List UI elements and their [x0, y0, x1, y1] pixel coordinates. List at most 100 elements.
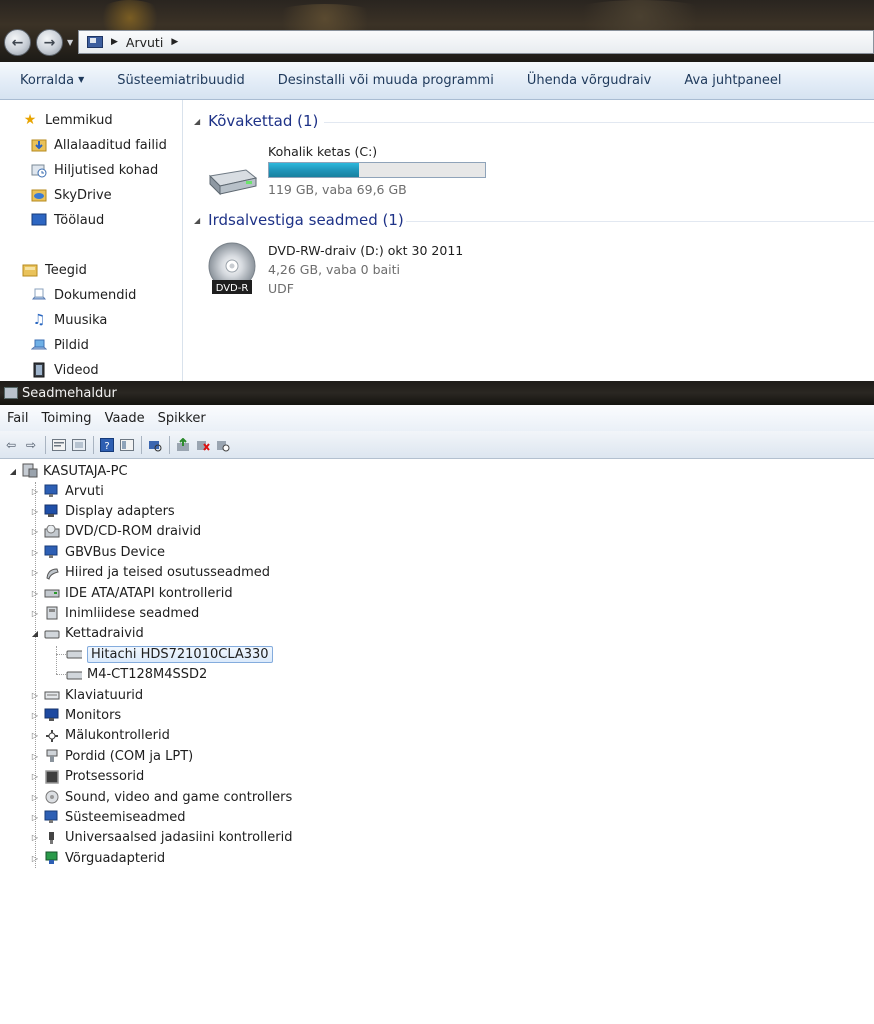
system-device-icon [44, 809, 60, 825]
menu-action[interactable]: Toiming [41, 411, 91, 426]
nav-recent-places[interactable]: Hiljutised kohad [31, 160, 158, 180]
tree-category[interactable]: ▷ Hiired ja teised osutusseadmed [30, 563, 270, 583]
back-button[interactable]: ← [4, 29, 31, 56]
collapse-triangle-icon[interactable]: ◢ [194, 117, 200, 126]
uninstall-program-button[interactable]: Desinstalli või muuda programmi [278, 73, 494, 88]
tree-category[interactable]: ▷ Arvuti [30, 481, 104, 501]
tree-category[interactable]: ▷ Inimliidese seadmed [30, 603, 199, 623]
tree-category[interactable]: ▷ DVD/CD-ROM draivid [30, 522, 201, 542]
menu-help[interactable]: Spikker [158, 411, 206, 426]
nav-favorites[interactable]: ★ Lemmikud [22, 110, 113, 130]
collapsed-arrow-icon[interactable]: ▷ [30, 772, 40, 781]
help-icon[interactable]: ? [99, 437, 115, 453]
star-icon: ★ [23, 112, 37, 128]
tree-category[interactable]: ▷ Universaalsed jadasiini kontrollerid [30, 828, 293, 848]
tree-category-label: Universaalsed jadasiini kontrollerid [65, 830, 293, 846]
drive-c-name[interactable]: Kohalik ketas (C:) [268, 144, 377, 159]
nav-libraries[interactable]: Teegid [22, 260, 87, 280]
address-bar[interactable]: ▶ Arvuti ▶ [78, 30, 874, 54]
collapsed-arrow-icon[interactable]: ▷ [30, 793, 40, 802]
tree-category-label: Protsessorid [65, 769, 145, 785]
group-removable-header[interactable]: ◢ Irdsalvestiga seadmed (1) [194, 211, 404, 229]
tree-device[interactable]: Hitachi HDS721010CLA330 [66, 644, 273, 664]
drive-d-name[interactable]: DVD-RW-draiv (D:) okt 30 2011 [268, 243, 463, 258]
collapsed-arrow-icon[interactable]: ▷ [30, 548, 40, 557]
view-icon[interactable] [71, 437, 87, 453]
tree-connector [56, 674, 66, 675]
tree-device[interactable]: M4-CT128M4SSD2 [66, 665, 207, 685]
view2-icon[interactable] [119, 437, 135, 453]
tree-category[interactable]: ▷ Sound, video and game controllers [30, 787, 292, 807]
breadcrumb-chevron-icon[interactable]: ▶ [111, 37, 118, 47]
nav-music[interactable]: ♫ Muusika [31, 310, 108, 330]
nav-documents-label: Dokumendid [54, 287, 137, 303]
collapsed-arrow-icon[interactable]: ▷ [30, 833, 40, 842]
system-properties-button[interactable]: Süsteemiatribuudid [117, 73, 245, 88]
tree-category[interactable]: ▷ Pordid (COM ja LPT) [30, 746, 193, 766]
nav-videos[interactable]: Videod [31, 360, 99, 380]
breadcrumb-computer[interactable]: Arvuti [126, 35, 163, 50]
collapsed-arrow-icon[interactable]: ▷ [30, 752, 40, 761]
collapsed-arrow-icon[interactable]: ▷ [30, 731, 40, 740]
collapsed-arrow-icon[interactable]: ▷ [30, 691, 40, 700]
documents-icon [31, 287, 47, 303]
tree-category[interactable]: ▷ Süsteemiseadmed [30, 807, 186, 827]
uninstall-icon[interactable] [195, 437, 211, 453]
collapsed-arrow-icon[interactable]: ▷ [30, 589, 40, 598]
collapsed-arrow-icon[interactable]: ▷ [30, 609, 40, 618]
organize-button[interactable]: Korralda ▼ [20, 73, 84, 88]
properties-icon[interactable] [51, 437, 67, 453]
tree-category[interactable]: ▷ Protsessorid [30, 767, 144, 787]
tree-root[interactable]: ◢ KASUTAJA-PC [8, 461, 128, 481]
group-hard-drives-header[interactable]: ◢ Kõvakettad (1) [194, 112, 318, 130]
content-pane: ◢ Kõvakettad (1) Kohalik ketas (C:) 119 … [184, 100, 874, 381]
organize-label: Korralda [20, 73, 75, 88]
group-removable-label: Irdsalvestiga seadmed (1) [208, 211, 404, 229]
hard-drive-icon[interactable] [206, 162, 258, 198]
collapsed-arrow-icon[interactable]: ▷ [30, 487, 40, 496]
collapsed-arrow-icon[interactable]: ▷ [30, 527, 40, 536]
menu-file[interactable]: Fail [7, 411, 28, 426]
map-network-drive-button[interactable]: Ühenda võrgudraiv [527, 73, 651, 88]
nav-desktop[interactable]: Töölaud [31, 210, 104, 230]
pictures-icon [31, 337, 47, 353]
scan-icon[interactable] [147, 437, 163, 453]
forward-icon[interactable]: ⇨ [23, 437, 39, 453]
tree-category[interactable]: ▷ IDE ATA/ATAPI kontrollerid [30, 583, 233, 603]
menu-view[interactable]: Vaade [105, 411, 145, 426]
nav-downloads[interactable]: Allalaaditud failid [31, 135, 167, 155]
tree-category-label: Hiired ja teised osutusseadmed [65, 565, 270, 581]
collapsed-arrow-icon[interactable]: ▷ [30, 854, 40, 863]
collapsed-arrow-icon[interactable]: ▷ [30, 507, 40, 516]
tree-category[interactable]: ▷ Võrguadapterid [30, 848, 165, 868]
tree-category-label: Monitors [65, 707, 122, 723]
nav-documents[interactable]: Dokumendid [31, 285, 136, 305]
tree-connector [56, 646, 57, 674]
nav-skydrive[interactable]: SkyDrive [31, 185, 112, 205]
collapsed-arrow-icon[interactable]: ▷ [30, 568, 40, 577]
command-bar: Korralda ▼ Süsteemiatribuudid Desinstalli… [0, 62, 874, 100]
collapse-triangle-icon[interactable]: ◢ [194, 216, 200, 225]
tree-category[interactable]: ▷ Monitors [30, 705, 121, 725]
collapsed-arrow-icon[interactable]: ▷ [30, 711, 40, 720]
expanded-arrow-icon[interactable]: ◢ [30, 629, 40, 638]
disable-icon[interactable] [215, 437, 231, 453]
collapsed-arrow-icon[interactable]: ▷ [30, 813, 40, 822]
window-title: Seadmehaldur [22, 385, 117, 401]
tree-category[interactable]: ▷ GBVBus Device [30, 542, 165, 562]
usb-icon [44, 830, 60, 846]
breadcrumb-chevron-icon[interactable]: ▶ [171, 37, 178, 47]
tree-category[interactable]: ▷ Mälukontrollerid [30, 726, 170, 746]
nav-pictures[interactable]: Pildid [31, 335, 89, 355]
update-driver-icon[interactable] [175, 437, 191, 453]
tree-category-label: IDE ATA/ATAPI kontrollerid [65, 585, 233, 601]
recent-pages-dropdown-icon[interactable]: ▼ [67, 38, 73, 47]
tree-category[interactable]: ▷ Display adapters [30, 501, 175, 521]
forward-button[interactable]: → [36, 29, 63, 56]
back-icon[interactable]: ⇦ [3, 437, 19, 453]
open-control-panel-button[interactable]: Ava juhtpaneel [684, 73, 781, 88]
tree-category[interactable]: ▷ Klaviatuurid [30, 685, 143, 705]
dvd-drive-icon[interactable]: DVD-R [206, 242, 258, 298]
expanded-arrow-icon[interactable]: ◢ [8, 467, 18, 476]
tree-category[interactable]: ◢ Kettadraivid [30, 624, 144, 644]
